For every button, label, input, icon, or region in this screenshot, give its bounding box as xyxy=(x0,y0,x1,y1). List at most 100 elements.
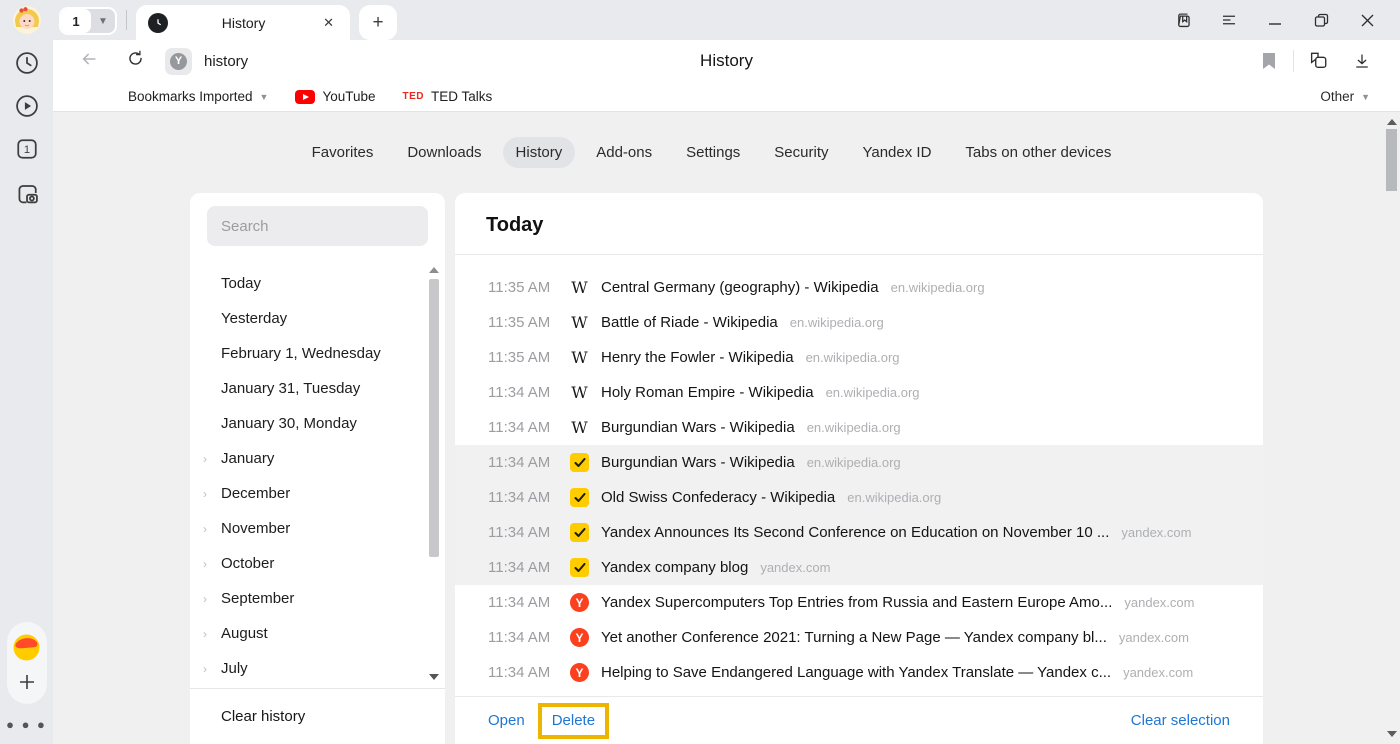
page-link-title[interactable]: Yandex company blog xyxy=(601,559,748,576)
chevron-right-icon[interactable]: › xyxy=(203,452,207,466)
reload-button[interactable] xyxy=(126,49,145,73)
chevron-right-icon[interactable]: › xyxy=(203,662,207,676)
history-row[interactable]: 11:34 AMYYet another Conference 2021: Tu… xyxy=(455,620,1263,655)
address-text[interactable]: history xyxy=(204,53,248,70)
bookmarks-folder[interactable]: Bookmarks Imported ▼ xyxy=(128,89,268,104)
open-button[interactable]: Open xyxy=(488,712,525,729)
bookmark-youtube[interactable]: YouTube xyxy=(295,89,375,104)
sidebar-date-august[interactable]: ›August xyxy=(190,616,445,651)
history-row[interactable]: 11:34 AMOld Swiss Confederacy - Wikipedi… xyxy=(455,480,1263,515)
screenshot-rail-button[interactable] xyxy=(12,178,42,208)
close-window-button[interactable] xyxy=(1344,5,1390,35)
page-link-title[interactable]: Battle of Riade - Wikipedia xyxy=(601,314,778,331)
chevron-right-icon[interactable]: › xyxy=(203,522,207,536)
bookmark-page-icon[interactable] xyxy=(1247,52,1291,70)
avatar-icon xyxy=(12,5,42,35)
clear-selection-button[interactable]: Clear selection xyxy=(1131,712,1230,729)
nav-tab-yandex-id[interactable]: Yandex ID xyxy=(849,137,944,168)
chevron-down-icon[interactable]: ▼ xyxy=(91,16,115,27)
history-row[interactable]: 11:34 AMYandex company blogyandex.com xyxy=(455,550,1263,585)
history-row[interactable]: 11:34 AMYHelping to Save Endangered Lang… xyxy=(455,655,1263,690)
scroll-down-arrow[interactable] xyxy=(1387,731,1397,737)
page-link-title[interactable]: Old Swiss Confederacy - Wikipedia xyxy=(601,489,835,506)
page-link-title[interactable]: Helping to Save Endangered Language with… xyxy=(601,664,1111,681)
page-link-title[interactable]: Henry the Fowler - Wikipedia xyxy=(601,349,794,366)
sidebar-date-december[interactable]: ›December xyxy=(190,476,445,511)
delete-button[interactable]: Delete xyxy=(552,712,595,729)
nav-tab-add-ons[interactable]: Add-ons xyxy=(583,137,665,168)
sidebar-date-september[interactable]: ›September xyxy=(190,581,445,616)
sidebar-date-yesterday[interactable]: Yesterday xyxy=(190,301,445,336)
rail-more-button[interactable]: ● ● ● xyxy=(6,717,47,732)
history-row[interactable]: 11:35 AMWCentral Germany (geography) - W… xyxy=(455,270,1263,305)
page-link-title[interactable]: Central Germany (geography) - Wikipedia xyxy=(601,279,879,296)
visit-time: 11:34 AM xyxy=(488,524,558,541)
restore-window-button[interactable] xyxy=(1298,5,1344,35)
chevron-right-icon[interactable]: › xyxy=(203,627,207,641)
scrollbar-thumb[interactable] xyxy=(1386,129,1397,191)
add-button[interactable] xyxy=(17,672,37,692)
nav-tab-security[interactable]: Security xyxy=(761,137,841,168)
selected-checkbox[interactable] xyxy=(570,558,589,577)
bookmark-ted-talks[interactable]: TED TED Talks xyxy=(403,89,493,104)
chevron-right-icon[interactable]: › xyxy=(203,592,207,606)
chevron-right-icon[interactable]: › xyxy=(203,487,207,501)
tab-counter-button[interactable]: 1 ▼ xyxy=(59,7,117,35)
minimize-button[interactable] xyxy=(1252,5,1298,35)
scroll-up-arrow[interactable] xyxy=(429,267,439,273)
sidebar-date-november[interactable]: ›November xyxy=(190,511,445,546)
page-link-title[interactable]: Yandex Announces Its Second Conference o… xyxy=(601,524,1109,541)
active-tab[interactable]: History ✕ xyxy=(136,5,350,40)
history-row[interactable]: 11:35 AMWBattle of Riade - Wikipediaen.w… xyxy=(455,305,1263,340)
page-link-title[interactable]: Holy Roman Empire - Wikipedia xyxy=(601,384,814,401)
page-link-title[interactable]: Yet another Conference 2021: Turning a N… xyxy=(601,629,1107,646)
sidebar-date-january-30-monday[interactable]: January 30, Monday xyxy=(190,406,445,441)
scroll-down-arrow[interactable] xyxy=(429,674,439,680)
tabs-rail-button[interactable]: 1 xyxy=(12,134,42,164)
profile-avatar[interactable] xyxy=(12,5,42,35)
history-row[interactable]: 11:34 AMYYandex Supercomputers Top Entri… xyxy=(455,585,1263,620)
collections-icon[interactable] xyxy=(1296,51,1340,71)
history-row[interactable]: 11:35 AMWHenry the Fowler - Wikipediaen.… xyxy=(455,340,1263,375)
downloads-icon[interactable] xyxy=(1340,52,1384,70)
side-panel-toggle-button[interactable] xyxy=(1160,5,1206,35)
selected-checkbox[interactable] xyxy=(570,453,589,472)
scroll-up-arrow[interactable] xyxy=(1387,119,1397,125)
back-button[interactable] xyxy=(79,49,99,74)
wikipedia-favicon: W xyxy=(570,278,589,297)
sidebar-date-january[interactable]: ›January xyxy=(190,441,445,476)
sidebar-date-today[interactable]: Today xyxy=(190,266,445,301)
page-link-title[interactable]: Burgundian Wars - Wikipedia xyxy=(601,454,795,471)
sidebar-date-february-1-wednesday[interactable]: February 1, Wednesday xyxy=(190,336,445,371)
history-row[interactable]: 11:34 AMBurgundian Wars - Wikipediaen.wi… xyxy=(455,445,1263,480)
yandex-browser-logo[interactable] xyxy=(13,634,40,661)
sidebar-date-october[interactable]: ›October xyxy=(190,546,445,581)
site-badge-icon[interactable]: Y xyxy=(165,48,192,75)
selected-checkbox[interactable] xyxy=(570,488,589,507)
video-rail-button[interactable] xyxy=(12,91,42,121)
sidebar-date-july[interactable]: ›July xyxy=(190,651,445,686)
sidebar-scrollbar[interactable] xyxy=(428,267,440,684)
nav-tab-history[interactable]: History xyxy=(503,137,576,168)
history-rail-button[interactable] xyxy=(12,48,42,78)
nav-tab-favorites[interactable]: Favorites xyxy=(299,137,387,168)
tab-close-icon[interactable]: ✕ xyxy=(319,13,338,33)
chevron-right-icon[interactable]: › xyxy=(203,557,207,571)
nav-tab-tabs-on-other-devices[interactable]: Tabs on other devices xyxy=(952,137,1124,168)
nav-tab-settings[interactable]: Settings xyxy=(673,137,753,168)
selected-checkbox[interactable] xyxy=(570,523,589,542)
clear-history-button[interactable]: Clear history xyxy=(190,688,445,744)
page-scrollbar[interactable] xyxy=(1383,112,1400,744)
search-input[interactable] xyxy=(207,206,428,246)
other-bookmarks-dropdown[interactable]: Other ▼ xyxy=(1320,89,1400,104)
page-link-title[interactable]: Burgundian Wars - Wikipedia xyxy=(601,419,795,436)
history-row[interactable]: 11:34 AMWHoly Roman Empire - Wikipediaen… xyxy=(455,375,1263,410)
scrollbar-thumb[interactable] xyxy=(429,279,439,557)
sidebar-date-january-31-tuesday[interactable]: January 31, Tuesday xyxy=(190,371,445,406)
nav-tab-downloads[interactable]: Downloads xyxy=(394,137,494,168)
history-row[interactable]: 11:34 AM Yandex Announces Its Second Conf… xyxy=(455,515,1263,550)
history-row[interactable]: 11:34 AMWBurgundian Wars - Wikipediaen.w… xyxy=(455,410,1263,445)
page-link-title[interactable]: Yandex Supercomputers Top Entries from R… xyxy=(601,594,1112,611)
browser-menu-button[interactable] xyxy=(1206,5,1252,35)
new-tab-button[interactable]: + xyxy=(359,5,397,40)
